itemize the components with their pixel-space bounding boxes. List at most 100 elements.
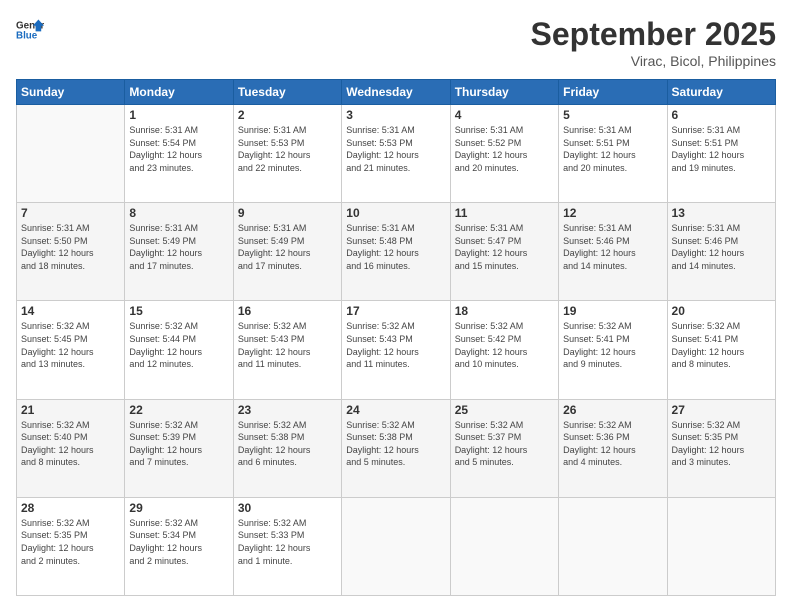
day-info: Sunrise: 5:32 AM Sunset: 5:37 PM Dayligh… <box>455 419 554 469</box>
table-row: 8 Sunrise: 5:31 AM Sunset: 5:49 PM Daylig… <box>125 203 233 301</box>
day-info: Sunrise: 5:31 AM Sunset: 5:51 PM Dayligh… <box>563 124 662 174</box>
calendar-table: Sunday Monday Tuesday Wednesday Thursday… <box>16 79 776 596</box>
day-info: Sunrise: 5:31 AM Sunset: 5:49 PM Dayligh… <box>238 222 337 272</box>
location: Virac, Bicol, Philippines <box>531 53 776 69</box>
day-info: Sunrise: 5:32 AM Sunset: 5:43 PM Dayligh… <box>238 320 337 370</box>
day-number: 27 <box>672 403 771 417</box>
day-number: 6 <box>672 108 771 122</box>
day-info: Sunrise: 5:32 AM Sunset: 5:33 PM Dayligh… <box>238 517 337 567</box>
day-number: 30 <box>238 501 337 515</box>
day-info: Sunrise: 5:32 AM Sunset: 5:39 PM Dayligh… <box>129 419 228 469</box>
table-row: 10 Sunrise: 5:31 AM Sunset: 5:48 PM Dayli… <box>342 203 450 301</box>
month-title: September 2025 <box>531 16 776 53</box>
day-number: 29 <box>129 501 228 515</box>
table-row: 1 Sunrise: 5:31 AM Sunset: 5:54 PM Daylig… <box>125 105 233 203</box>
day-info: Sunrise: 5:31 AM Sunset: 5:49 PM Dayligh… <box>129 222 228 272</box>
day-number: 21 <box>21 403 120 417</box>
day-number: 7 <box>21 206 120 220</box>
day-number: 26 <box>563 403 662 417</box>
day-info: Sunrise: 5:31 AM Sunset: 5:50 PM Dayligh… <box>21 222 120 272</box>
table-row: 9 Sunrise: 5:31 AM Sunset: 5:49 PM Daylig… <box>233 203 341 301</box>
day-info: Sunrise: 5:32 AM Sunset: 5:35 PM Dayligh… <box>21 517 120 567</box>
day-number: 22 <box>129 403 228 417</box>
day-info: Sunrise: 5:32 AM Sunset: 5:36 PM Dayligh… <box>563 419 662 469</box>
table-row: 22 Sunrise: 5:32 AM Sunset: 5:39 PM Dayli… <box>125 399 233 497</box>
day-info: Sunrise: 5:31 AM Sunset: 5:47 PM Dayligh… <box>455 222 554 272</box>
day-number: 14 <box>21 304 120 318</box>
day-number: 8 <box>129 206 228 220</box>
day-number: 24 <box>346 403 445 417</box>
day-info: Sunrise: 5:31 AM Sunset: 5:51 PM Dayligh… <box>672 124 771 174</box>
table-row: 6 Sunrise: 5:31 AM Sunset: 5:51 PM Daylig… <box>667 105 775 203</box>
table-row: 16 Sunrise: 5:32 AM Sunset: 5:43 PM Dayli… <box>233 301 341 399</box>
col-thursday: Thursday <box>450 80 558 105</box>
day-info: Sunrise: 5:32 AM Sunset: 5:44 PM Dayligh… <box>129 320 228 370</box>
table-row: 29 Sunrise: 5:32 AM Sunset: 5:34 PM Dayli… <box>125 497 233 595</box>
col-monday: Monday <box>125 80 233 105</box>
day-info: Sunrise: 5:32 AM Sunset: 5:45 PM Dayligh… <box>21 320 120 370</box>
day-number: 18 <box>455 304 554 318</box>
day-info: Sunrise: 5:31 AM Sunset: 5:52 PM Dayligh… <box>455 124 554 174</box>
table-row: 26 Sunrise: 5:32 AM Sunset: 5:36 PM Dayli… <box>559 399 667 497</box>
table-row: 7 Sunrise: 5:31 AM Sunset: 5:50 PM Daylig… <box>17 203 125 301</box>
day-number: 25 <box>455 403 554 417</box>
day-number: 10 <box>346 206 445 220</box>
table-row: 28Sunrise: 5:32 AM Sunset: 5:35 PM Dayli… <box>17 497 125 595</box>
day-number: 16 <box>238 304 337 318</box>
day-info: Sunrise: 5:32 AM Sunset: 5:35 PM Dayligh… <box>672 419 771 469</box>
table-row: 20 Sunrise: 5:32 AM Sunset: 5:41 PM Dayli… <box>667 301 775 399</box>
day-number: 15 <box>129 304 228 318</box>
table-row: 19 Sunrise: 5:32 AM Sunset: 5:41 PM Dayli… <box>559 301 667 399</box>
header-row: Sunday Monday Tuesday Wednesday Thursday… <box>17 80 776 105</box>
table-row: 27 Sunrise: 5:32 AM Sunset: 5:35 PM Dayli… <box>667 399 775 497</box>
logo-icon: General Blue <box>16 16 44 44</box>
table-row: 23 Sunrise: 5:32 AM Sunset: 5:38 PM Dayli… <box>233 399 341 497</box>
table-row: 13Sunrise: 5:31 AM Sunset: 5:46 PM Dayli… <box>667 203 775 301</box>
day-number: 20 <box>672 304 771 318</box>
day-number: 12 <box>563 206 662 220</box>
day-info: Sunrise: 5:32 AM Sunset: 5:41 PM Dayligh… <box>672 320 771 370</box>
table-row <box>450 497 558 595</box>
day-info: Sunrise: 5:32 AM Sunset: 5:42 PM Dayligh… <box>455 320 554 370</box>
day-info: Sunrise: 5:32 AM Sunset: 5:34 PM Dayligh… <box>129 517 228 567</box>
table-row: 25 Sunrise: 5:32 AM Sunset: 5:37 PM Dayli… <box>450 399 558 497</box>
table-row: 24 Sunrise: 5:32 AM Sunset: 5:38 PM Dayli… <box>342 399 450 497</box>
day-number: 2 <box>238 108 337 122</box>
col-sunday: Sunday <box>17 80 125 105</box>
day-number: 5 <box>563 108 662 122</box>
day-number: 17 <box>346 304 445 318</box>
logo: General Blue <box>16 16 44 44</box>
table-row: 17 Sunrise: 5:32 AM Sunset: 5:43 PM Dayli… <box>342 301 450 399</box>
day-info: Sunrise: 5:31 AM Sunset: 5:48 PM Dayligh… <box>346 222 445 272</box>
day-info: Sunrise: 5:32 AM Sunset: 5:38 PM Dayligh… <box>346 419 445 469</box>
table-row: 21Sunrise: 5:32 AM Sunset: 5:40 PM Dayli… <box>17 399 125 497</box>
day-info: Sunrise: 5:31 AM Sunset: 5:46 PM Dayligh… <box>563 222 662 272</box>
table-row: 14 Sunrise: 5:32 AM Sunset: 5:45 PM Dayli… <box>17 301 125 399</box>
day-number: 1 <box>129 108 228 122</box>
day-number: 23 <box>238 403 337 417</box>
table-row <box>17 105 125 203</box>
day-info: Sunrise: 5:31 AM Sunset: 5:54 PM Dayligh… <box>129 124 228 174</box>
day-info: Sunrise: 5:32 AM Sunset: 5:38 PM Dayligh… <box>238 419 337 469</box>
day-number: 3 <box>346 108 445 122</box>
day-number: 9 <box>238 206 337 220</box>
day-info: Sunrise: 5:31 AM Sunset: 5:46 PM Dayligh… <box>672 222 771 272</box>
col-wednesday: Wednesday <box>342 80 450 105</box>
table-row: 5 Sunrise: 5:31 AM Sunset: 5:51 PM Daylig… <box>559 105 667 203</box>
day-number: 19 <box>563 304 662 318</box>
col-friday: Friday <box>559 80 667 105</box>
table-row: 15 Sunrise: 5:32 AM Sunset: 5:44 PM Dayli… <box>125 301 233 399</box>
table-row <box>342 497 450 595</box>
svg-text:Blue: Blue <box>16 30 38 41</box>
table-row <box>559 497 667 595</box>
title-area: September 2025 Virac, Bicol, Philippines <box>531 16 776 69</box>
day-number: 4 <box>455 108 554 122</box>
table-row: 30 Sunrise: 5:32 AM Sunset: 5:33 PM Dayli… <box>233 497 341 595</box>
day-info: Sunrise: 5:32 AM Sunset: 5:43 PM Dayligh… <box>346 320 445 370</box>
header: General Blue September 2025 Virac, Bicol… <box>16 16 776 69</box>
day-info: Sunrise: 5:31 AM Sunset: 5:53 PM Dayligh… <box>346 124 445 174</box>
day-info: Sunrise: 5:32 AM Sunset: 5:41 PM Dayligh… <box>563 320 662 370</box>
table-row <box>667 497 775 595</box>
day-number: 11 <box>455 206 554 220</box>
table-row: 11 Sunrise: 5:31 AM Sunset: 5:47 PM Dayli… <box>450 203 558 301</box>
